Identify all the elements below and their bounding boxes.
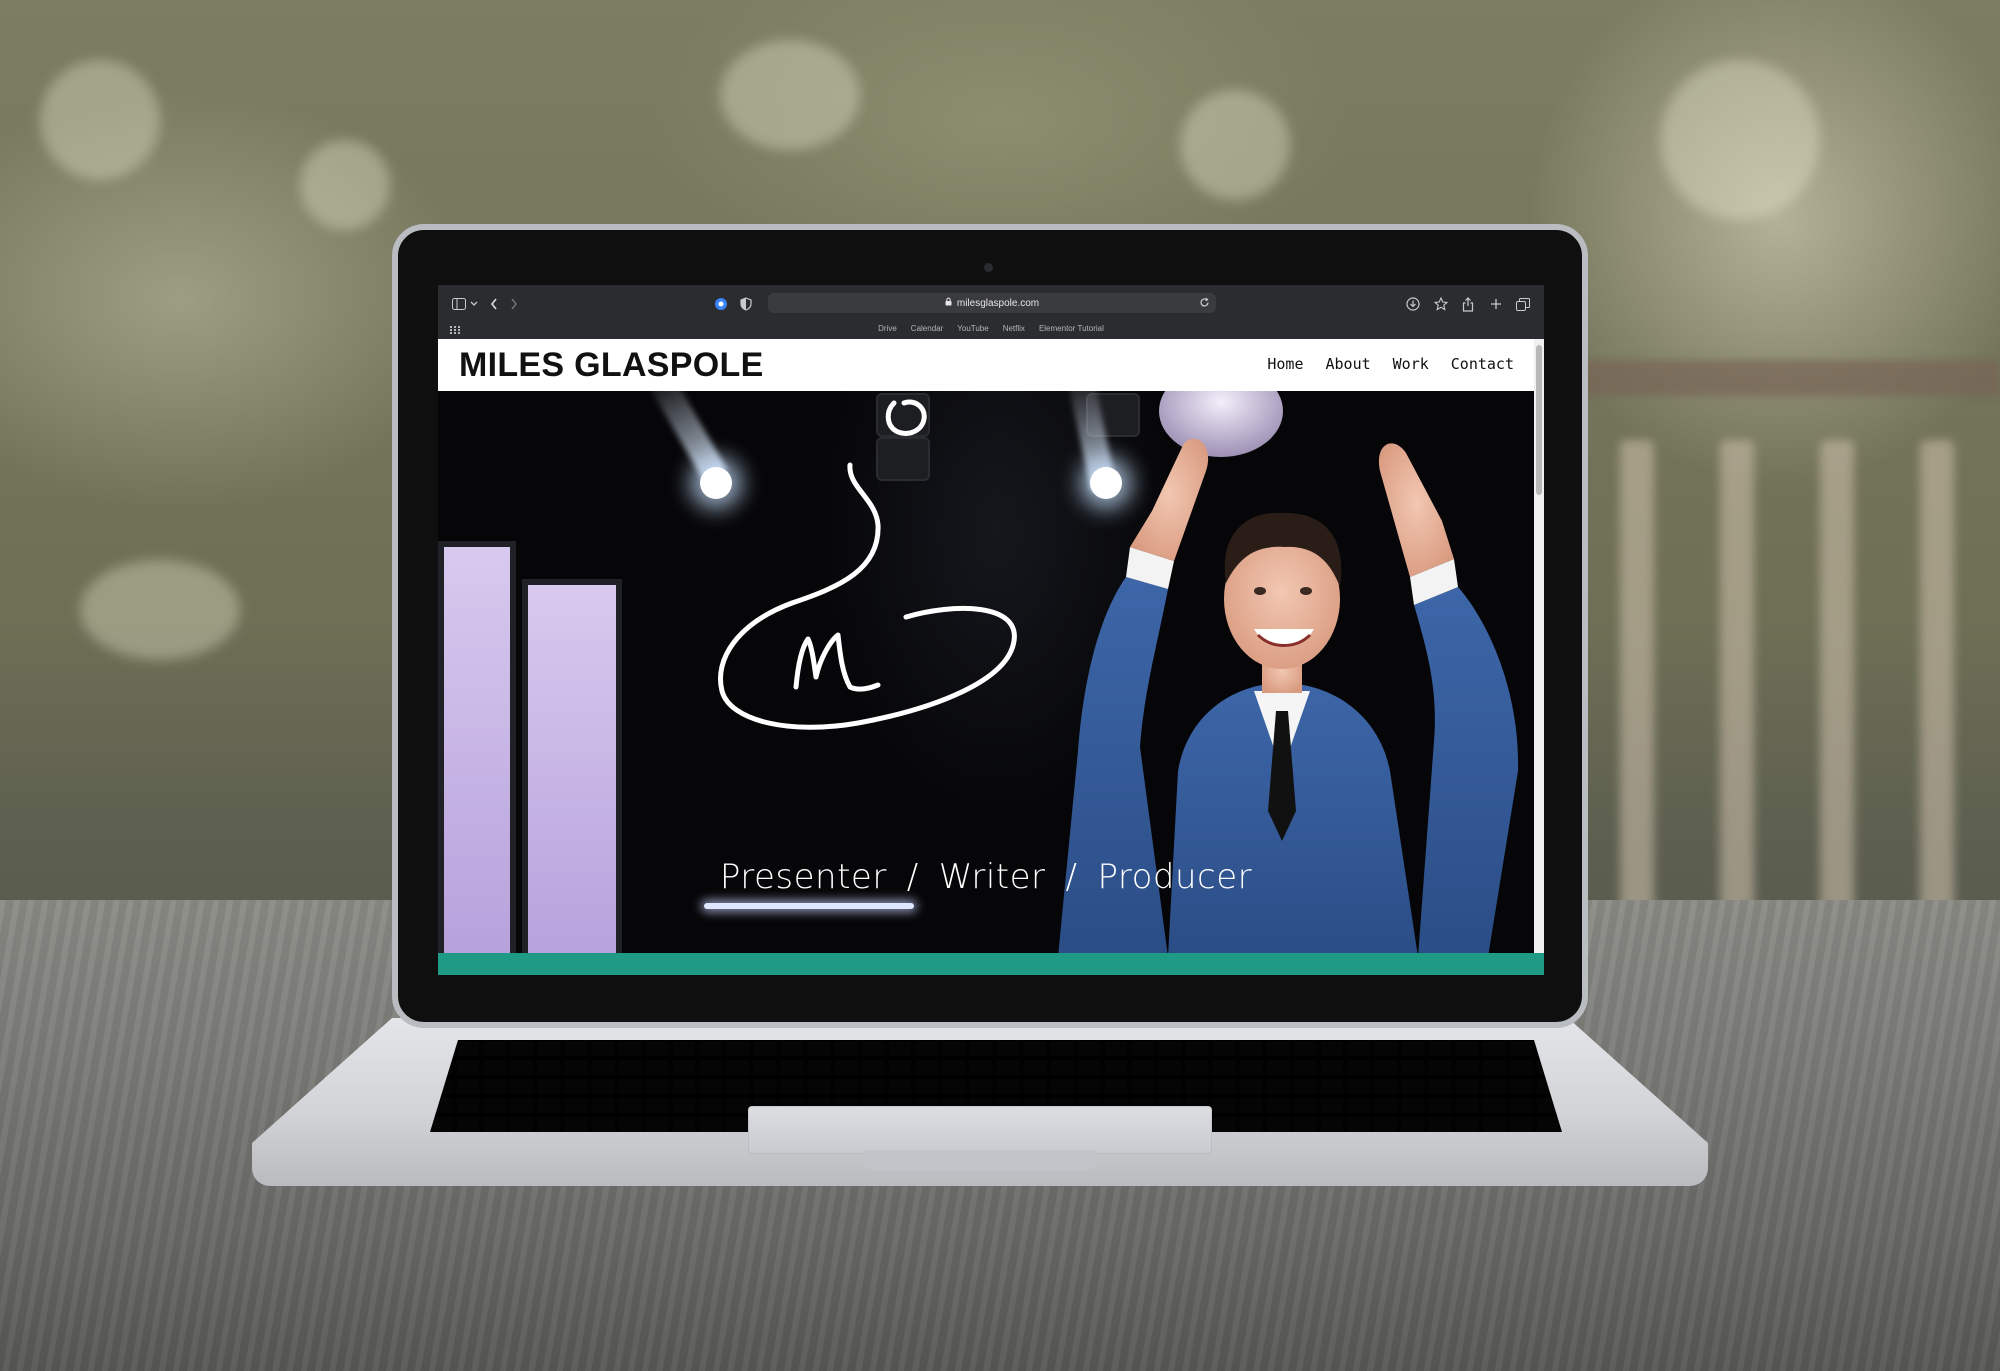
- forward-icon[interactable]: [510, 293, 518, 315]
- laptop-trackpad: [748, 1106, 1212, 1154]
- new-tab-icon[interactable]: [1490, 293, 1502, 315]
- chevron-down-icon[interactable]: [470, 293, 478, 315]
- scrollbar-thumb[interactable]: [1536, 345, 1542, 495]
- shield-icon[interactable]: [740, 293, 752, 315]
- tagline: Presenter / Writer / Producer: [438, 857, 1534, 897]
- nav-contact[interactable]: Contact: [1451, 355, 1514, 373]
- laptop-lid-notch: [864, 1150, 1096, 1170]
- laptop-screen: milesglaspole.com Drive Calendar YouTube…: [438, 285, 1544, 975]
- lock-icon: [945, 297, 952, 309]
- main-nav: Home About Work Contact: [1267, 355, 1514, 373]
- nav-about[interactable]: About: [1326, 355, 1371, 373]
- back-icon[interactable]: [490, 293, 498, 315]
- tabs-overview-icon[interactable]: [1516, 293, 1530, 315]
- extension-icon[interactable]: [714, 293, 728, 315]
- hero-section: Presenter / Writer / Producer: [438, 391, 1534, 953]
- nav-work[interactable]: Work: [1393, 355, 1429, 373]
- tagline-presenter: Presenter: [719, 857, 887, 897]
- bookmarks-bar: Drive Calendar YouTube Netflix Elementor…: [438, 319, 1544, 337]
- address-bar[interactable]: milesglaspole.com: [768, 293, 1216, 313]
- tagline-writer: Writer: [938, 857, 1046, 897]
- reload-icon[interactable]: [1199, 297, 1210, 311]
- bookmark-netflix[interactable]: Netflix: [1003, 324, 1025, 333]
- site-logo[interactable]: MILES GLASPOLE: [459, 347, 764, 383]
- accent-bar: [438, 953, 1544, 975]
- tagline-separator: /: [906, 857, 919, 897]
- url-text: milesglaspole.com: [956, 297, 1040, 309]
- star-icon[interactable]: [1434, 293, 1448, 315]
- tagline-producer: Producer: [1097, 857, 1253, 897]
- download-icon[interactable]: [1406, 293, 1420, 315]
- share-icon[interactable]: [1462, 293, 1474, 315]
- sidebar-icon[interactable]: [452, 293, 466, 315]
- nav-home[interactable]: Home: [1267, 355, 1303, 373]
- bookmark-drive[interactable]: Drive: [878, 324, 897, 333]
- browser-toolbar: milesglaspole.com Drive Calendar YouTube…: [438, 285, 1544, 339]
- webcam-icon: [984, 263, 993, 272]
- bookmark-calendar[interactable]: Calendar: [911, 324, 943, 333]
- bookmark-elementor-tutorial[interactable]: Elementor Tutorial: [1039, 324, 1104, 333]
- bookmark-youtube[interactable]: YouTube: [957, 324, 988, 333]
- tagline-separator: /: [1065, 857, 1078, 897]
- site-header: MILES GLASPOLE Home About Work Contact: [438, 339, 1534, 391]
